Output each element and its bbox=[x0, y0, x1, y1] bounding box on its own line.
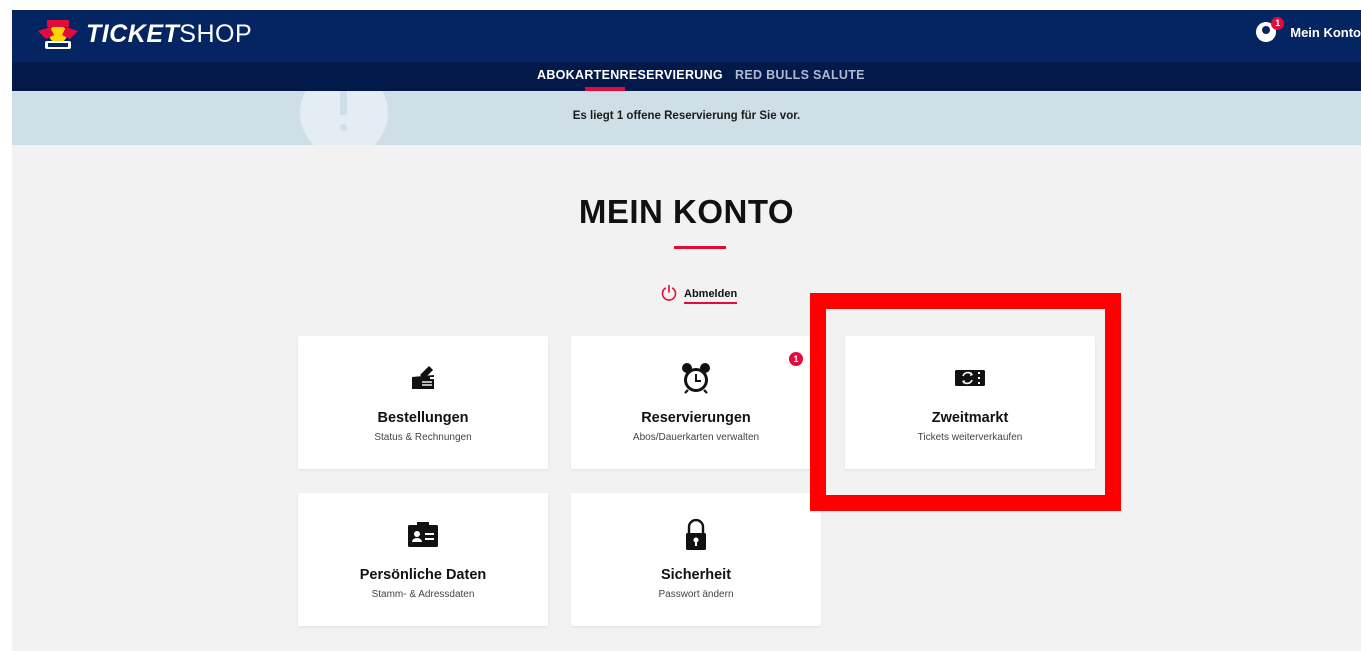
notice-text: Es liegt 1 offene Reservierung für Sie v… bbox=[572, 110, 801, 122]
reservation-notice-banner: Es liegt 1 offene Reservierung für Sie v… bbox=[12, 91, 1361, 145]
tile-title: Zweitmarkt bbox=[931, 410, 1009, 426]
logout-label: Abmelden bbox=[684, 288, 738, 304]
tile-subtitle: Status & Rechnungen bbox=[374, 432, 472, 443]
tile-title: Bestellungen bbox=[377, 410, 469, 426]
red-bull-logo-icon bbox=[36, 17, 80, 51]
tile-subtitle: Abos/Dauerkarten verwalten bbox=[632, 432, 760, 443]
order-edit-icon bbox=[298, 360, 548, 396]
page-frame: TICKETSHOP 1 Mein Konto ABOKARTENRESERVI… bbox=[12, 10, 1361, 651]
tile-subtitle: Stamm- & Adressdaten bbox=[371, 589, 475, 600]
tile-title: Sicherheit bbox=[660, 567, 732, 583]
reservation-count-badge: 1 bbox=[789, 352, 803, 366]
logout-button[interactable]: Abmelden bbox=[660, 284, 738, 307]
page-title: MEIN KONTO bbox=[578, 193, 795, 230]
tile-subtitle: Passwort ändern bbox=[658, 589, 734, 600]
title-divider bbox=[674, 246, 726, 249]
ticketshop-logo[interactable]: TICKETSHOP bbox=[36, 14, 252, 54]
tile-zweitmarkt[interactable]: Zweitmarkt Tickets weiterverkaufen bbox=[845, 336, 1095, 469]
tile-subtitle: Tickets weiterverkaufen bbox=[917, 432, 1023, 443]
alarm-clock-icon bbox=[571, 360, 821, 396]
lock-icon bbox=[571, 517, 821, 553]
id-card-icon bbox=[298, 517, 548, 553]
logo-text-light: SHOP bbox=[179, 19, 253, 48]
main-nav: ABOKARTENRESERVIERUNG RED BULLS SALUTE bbox=[12, 62, 1361, 91]
logo-text-bold: TICKET bbox=[86, 19, 180, 48]
ticket-exchange-icon bbox=[845, 360, 1095, 396]
account-menu[interactable]: 1 Mein Konto bbox=[1256, 17, 1361, 42]
tile-title: Persönliche Daten bbox=[359, 567, 487, 583]
nav-item-red-bulls-salute[interactable]: RED BULLS SALUTE bbox=[735, 68, 865, 82]
tile-bestellungen[interactable]: Bestellungen Status & Rechnungen bbox=[298, 336, 548, 469]
logo-wordmark: TICKETSHOP bbox=[86, 20, 252, 49]
top-header: TICKETSHOP 1 Mein Konto bbox=[12, 10, 1361, 62]
nav-item-abokartenreservierung[interactable]: ABOKARTENRESERVIERUNG bbox=[537, 68, 723, 82]
tile-reservierungen[interactable]: 1 Reservierungen Abos/Dauerkarten verwal… bbox=[571, 336, 821, 469]
tile-title: Reservierungen bbox=[641, 410, 751, 426]
account-notification-badge: 1 bbox=[1271, 17, 1285, 30]
user-avatar-icon: 1 bbox=[1256, 17, 1285, 42]
tile-persoenliche-daten[interactable]: Persönliche Daten Stamm- & Adressdaten bbox=[298, 493, 548, 626]
tile-sicherheit[interactable]: Sicherheit Passwort ändern bbox=[571, 493, 821, 626]
power-icon bbox=[660, 284, 678, 307]
account-label: Mein Konto bbox=[1290, 24, 1361, 40]
